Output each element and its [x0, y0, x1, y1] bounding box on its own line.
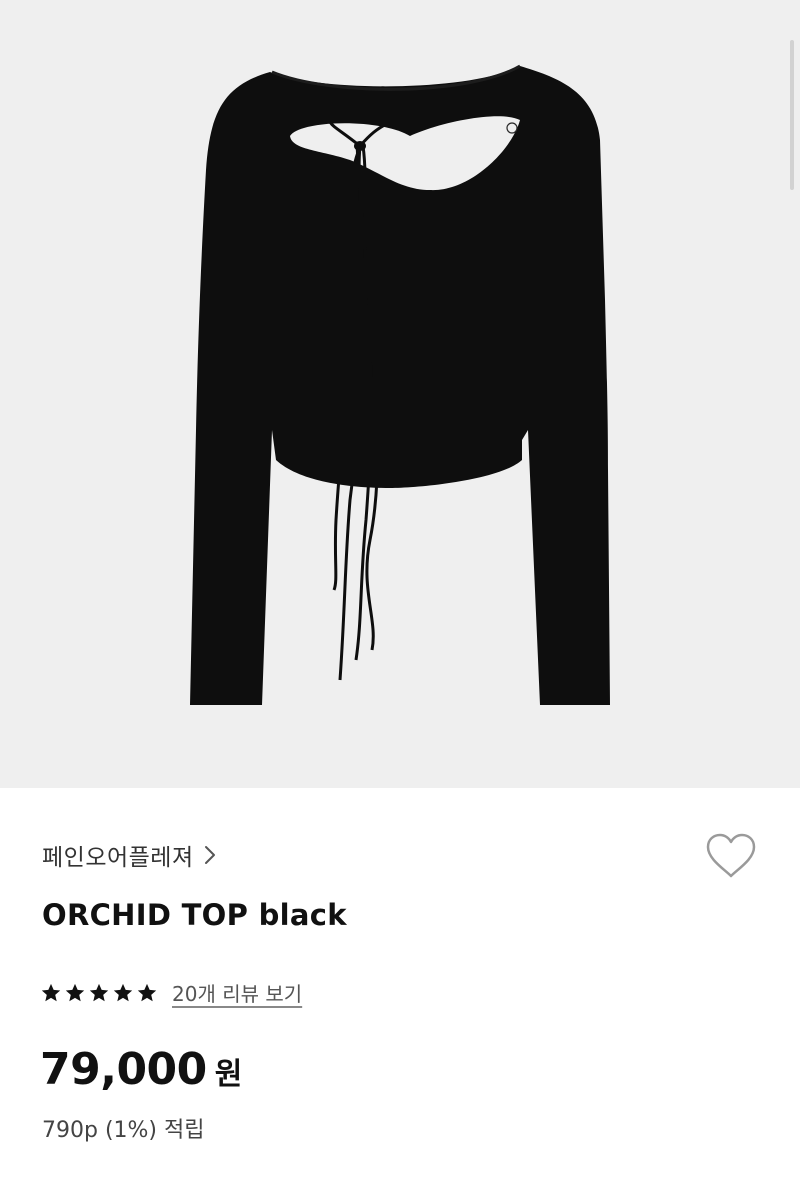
product-image	[0, 0, 800, 788]
star-icon	[89, 983, 109, 1001]
product-info: 페인오어플레져 ORCHID TOP black 20개 리뷰 보기 79,00…	[0, 788, 800, 1200]
star-icon	[41, 983, 61, 1001]
rating-stars	[40, 982, 158, 1004]
product-detail-page: 페인오어플레져 ORCHID TOP black 20개 리뷰 보기 79,00…	[0, 0, 800, 1200]
price-value: 79,000	[40, 1044, 207, 1095]
rating-row: 20개 리뷰 보기	[40, 978, 302, 1007]
heart-outline-icon[interactable]	[704, 832, 758, 880]
reward-points: 790p (1%) 적립	[42, 1118, 205, 1143]
scrollbar[interactable]	[790, 40, 794, 190]
brand-link[interactable]: 페인오어플레져	[42, 838, 216, 872]
brand-name: 페인오어플레져	[42, 845, 194, 871]
price-row: 79,000 원	[40, 1044, 242, 1095]
price-currency: 원	[214, 1057, 243, 1092]
star-icon	[113, 983, 133, 1001]
star-icon	[137, 983, 157, 1001]
product-title: ORCHID TOP black	[42, 898, 347, 932]
star-icon	[65, 983, 85, 1001]
review-link[interactable]: 20개 리뷰 보기	[172, 978, 302, 1007]
chevron-right-icon	[204, 846, 215, 864]
black-top-illustration	[190, 64, 610, 705]
